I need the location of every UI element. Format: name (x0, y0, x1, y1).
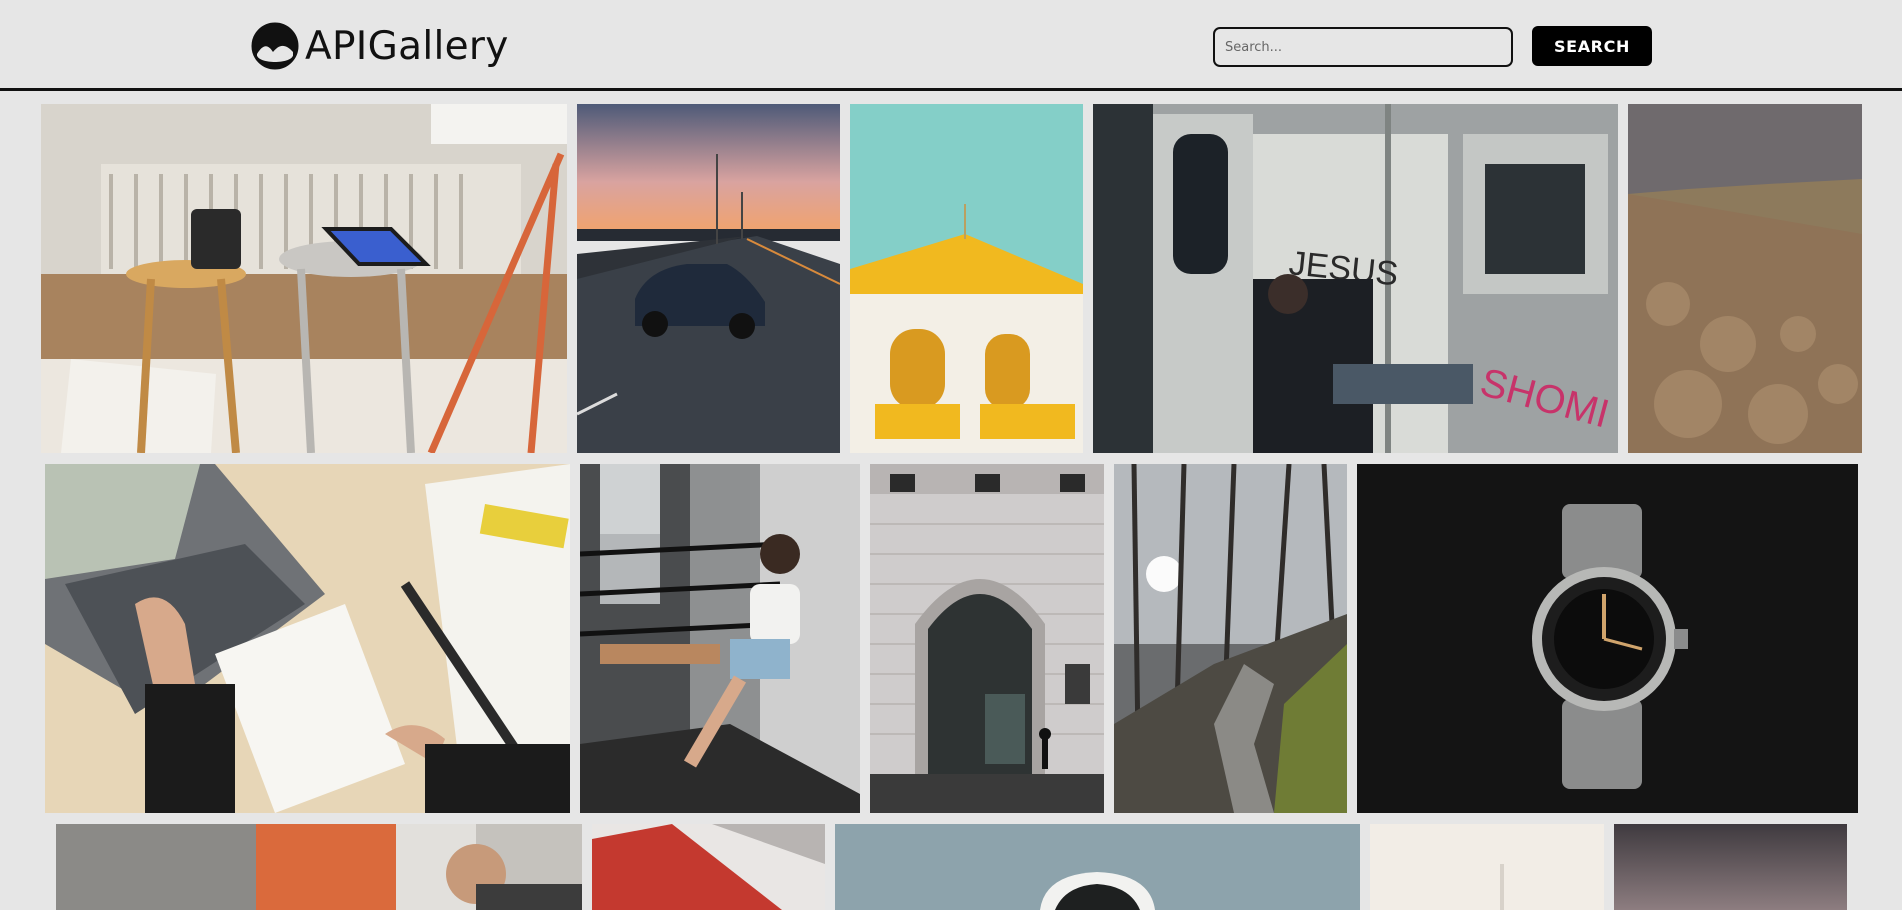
gallery-photo-woman-balcony[interactable] (580, 464, 860, 813)
gallery-photo-forest-path[interactable] (1114, 464, 1347, 813)
gallery-photo-wristwatch[interactable] (1357, 464, 1858, 813)
gallery-photo-rocky-valley[interactable] (1628, 104, 1862, 453)
photo-car-sunset (577, 104, 840, 453)
brand-name: APIGallery (305, 23, 509, 69)
photo-forest-path (1114, 464, 1347, 813)
photo-laptop-desk (45, 464, 570, 813)
photo-arch-doorway (870, 464, 1104, 813)
gallery-photo-observatory[interactable] (835, 824, 1360, 910)
brand-logo[interactable]: APIGallery (251, 21, 509, 71)
photo-subway-graffiti: JESUS SHOMI (1093, 104, 1618, 453)
gallery-photo-laptop-desk[interactable] (45, 464, 570, 813)
photo-dusk-sky (1614, 824, 1847, 910)
photo-gallery: JESUS SHOMI (0, 0, 1902, 910)
photo-yellow-building (850, 104, 1083, 453)
gallery-photo-car-sunset[interactable] (577, 104, 840, 453)
photo-rocky-valley (1628, 104, 1862, 453)
gallery-photo-yellow-building[interactable] (850, 104, 1083, 453)
photo-hazy-city (1370, 824, 1604, 910)
photo-red-railing (592, 824, 825, 910)
gallery-photo-dusk-sky[interactable] (1614, 824, 1847, 910)
photo-wristwatch (1357, 464, 1858, 813)
photo-man-studio (56, 824, 582, 910)
top-header: APIGallery SEARCH (0, 0, 1902, 91)
photo-laptop-stool (41, 104, 567, 453)
gallery-photo-red-railing[interactable] (592, 824, 825, 910)
gallery-photo-hazy-city[interactable] (1370, 824, 1604, 910)
gallery-photo-arch-doorway[interactable] (870, 464, 1104, 813)
gallery-photo-man-studio[interactable] (56, 824, 582, 910)
photo-woman-balcony (580, 464, 860, 813)
mountain-circle-icon (251, 22, 299, 70)
search-input[interactable] (1213, 27, 1513, 67)
gallery-photo-subway-graffiti[interactable]: JESUS SHOMI (1093, 104, 1618, 453)
search-button[interactable]: SEARCH (1532, 26, 1652, 66)
photo-observatory (835, 824, 1360, 910)
gallery-photo-laptop-stool[interactable] (41, 104, 567, 453)
